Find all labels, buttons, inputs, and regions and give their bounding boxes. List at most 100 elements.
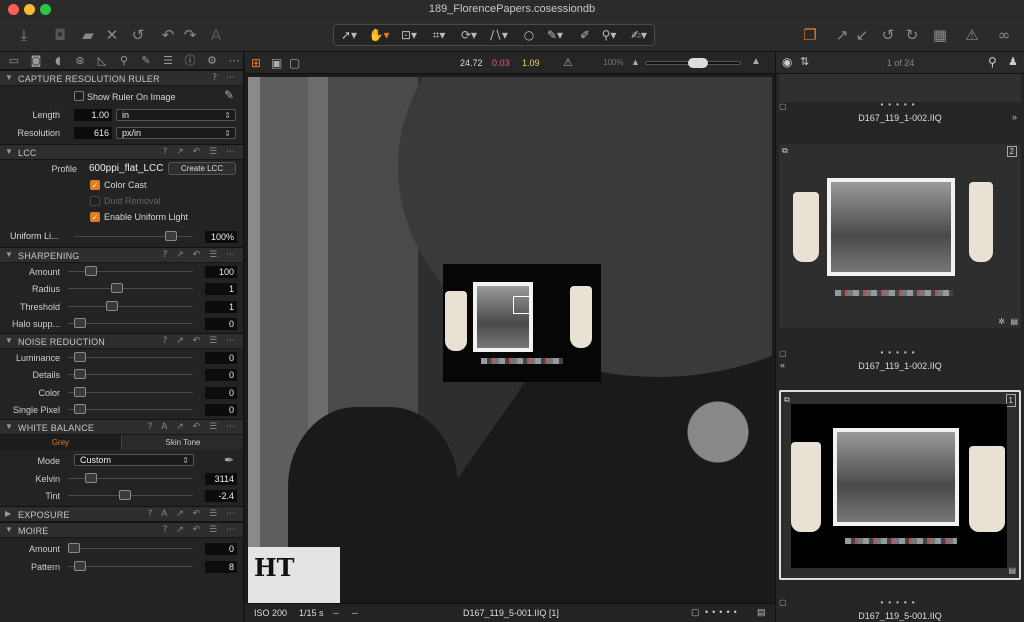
wb-mode-select[interactable]: Custom ⇕ [74, 453, 194, 466]
folder-icon[interactable]: ▰ [78, 25, 98, 45]
rating-dots[interactable]: ••••• [776, 100, 1024, 109]
slider-value[interactable]: 0 [205, 351, 237, 364]
navigator-focus-box[interactable] [513, 296, 531, 314]
zoom-slider-knob[interactable] [688, 58, 708, 68]
zoom-out-icon[interactable]: ▲ [631, 57, 640, 67]
zoom-slider[interactable] [645, 58, 741, 68]
details-tab-icon[interactable]: ⚲ [116, 54, 132, 68]
settings-tab-icon[interactable]: ⚙ [204, 54, 220, 68]
resolution-input[interactable]: 616 [74, 126, 112, 139]
reset-icon[interactable]: ↺ [128, 25, 148, 45]
moire-pattern-knob[interactable] [74, 561, 86, 571]
slider-value[interactable]: 0 [205, 386, 237, 399]
moire-pattern-value[interactable]: 8 [205, 561, 237, 573]
slider-track[interactable] [68, 391, 193, 393]
tint-value[interactable]: -2.4 [205, 490, 237, 502]
slider-track[interactable] [68, 356, 193, 358]
slider-value[interactable]: 0 [205, 369, 237, 381]
grid-icon[interactable]: ▦ [930, 25, 950, 45]
spot-tool-icon[interactable]: ○ [518, 26, 540, 44]
folder-tab-icon[interactable]: ▭ [6, 54, 22, 68]
slider-knob[interactable] [74, 318, 86, 328]
crop-tool-icon[interactable]: ⌗▾ [428, 26, 450, 44]
section-actions-icon[interactable]: ? ↗ ↶ ☰ ⋯ [163, 250, 238, 260]
uniform-light-checkbox[interactable]: ✓ [90, 211, 100, 222]
lcc-section-header[interactable]: ▼ LCC ? ↗ ↶ ☰ ⋯ [0, 143, 243, 160]
section-actions-icon[interactable]: ? A ↗ ↶ ☰ ⋯ [148, 422, 238, 432]
moire-section-header[interactable]: ▼ MOIRE ? ↗ ↶ ☰ ⋯ [0, 522, 243, 538]
delete-icon[interactable]: ✕ [102, 25, 122, 45]
section-actions-icon[interactable]: ? A ↗ ↶ ☰ ⋯ [148, 509, 238, 519]
select-tool-icon[interactable]: ➚▾ [338, 26, 360, 44]
more-tab-icon[interactable]: ⋯ [226, 54, 242, 68]
info-tab-icon[interactable]: ⓘ [182, 54, 198, 68]
slider-knob[interactable] [106, 300, 119, 311]
slider-knob[interactable] [74, 351, 86, 362]
navigator-overlay[interactable] [443, 264, 601, 382]
slider-knob[interactable] [74, 369, 86, 379]
annotate-tool-icon[interactable]: ✍▾ [628, 26, 650, 44]
kelvin-value[interactable]: 3114 [205, 472, 237, 485]
camera-tab-icon[interactable]: ◙ [28, 54, 44, 68]
rating-dots[interactable]: ••••• [776, 598, 1024, 607]
slider-knob[interactable] [111, 283, 124, 293]
slider-track[interactable] [68, 374, 193, 375]
import-icon[interactable]: ⤓ [14, 25, 34, 45]
adjust-icon[interactable]: ✲ [998, 317, 1005, 326]
section-actions-icon[interactable]: ? ↗ ↶ ☰ ⋯ [163, 336, 238, 346]
variants-icon[interactable]: ❐ [800, 25, 820, 45]
glasses-icon[interactable]: ∞ [994, 25, 1014, 45]
lens-tab-icon[interactable]: ◖ [50, 54, 66, 68]
camera-icon[interactable]: ◘ [50, 25, 70, 45]
user-icon[interactable]: ♟ [1008, 55, 1018, 68]
slider-value[interactable]: 1 [205, 300, 237, 313]
search-icon[interactable]: ⚲ [988, 55, 997, 69]
slider-track[interactable] [68, 305, 193, 307]
picker-tool-icon[interactable]: ⚲▾ [598, 26, 620, 44]
slider-track[interactable] [68, 409, 193, 410]
multi-view-icon[interactable]: ⊞ [251, 56, 261, 70]
tint-slider-knob[interactable] [118, 490, 131, 500]
rating-dots[interactable]: ••••• [705, 607, 741, 617]
slider-knob[interactable] [84, 265, 97, 276]
slider-knob[interactable] [74, 404, 86, 414]
zoom-in-icon[interactable]: ▲ [751, 56, 761, 67]
moire-amount-value[interactable]: 0 [205, 543, 237, 555]
color-tab-icon[interactable]: ⊛ [72, 54, 88, 68]
show-ruler-checkbox[interactable] [74, 91, 84, 101]
kelvin-slider-knob[interactable] [84, 472, 97, 483]
rotate-left-icon[interactable]: ↺ [878, 25, 898, 45]
slider-track[interactable] [68, 323, 193, 324]
browser-item-selected[interactable]: ⧉ 1 ▤ [779, 390, 1021, 580]
warning-icon[interactable]: ⚠ [962, 25, 982, 45]
slider-value[interactable]: 100 [205, 265, 237, 278]
section-actions-icon[interactable]: ? ⋯ [212, 73, 238, 83]
slider-knob[interactable] [74, 386, 86, 397]
exposure-warning-icon[interactable]: ⚠ [563, 56, 573, 69]
uniform-slider-knob[interactable] [164, 230, 177, 241]
create-lcc-button[interactable]: Create LCC [168, 161, 236, 175]
dust-removal-checkbox[interactable] [90, 195, 100, 206]
expand-right-icon[interactable]: » [1012, 112, 1017, 122]
exposure-section-header[interactable]: ▶ EXPOSURE ? A ↗ ↶ ☰ ⋯ [0, 506, 243, 522]
import-arrow-icon[interactable]: ↙ [852, 25, 872, 45]
section-actions-icon[interactable]: ? ↗ ↶ ☰ ⋯ [163, 147, 238, 157]
slider-value[interactable]: 1 [205, 283, 237, 295]
tab-grey[interactable]: Grey [0, 434, 122, 450]
meta-icon[interactable]: ▤ [1010, 317, 1018, 326]
rotate-right-icon[interactable]: ↻ [902, 25, 922, 45]
redo-icon[interactable]: ↷ [180, 25, 200, 45]
noise-reduction-section-header[interactable]: ▼ NOISE REDUCTION ? ↗ ↶ ☰ ⋯ [0, 332, 243, 349]
single-view-icon[interactable]: ▣ [271, 56, 282, 70]
length-input[interactable]: 1.00 [74, 109, 112, 121]
rating-dots[interactable]: ••••• [776, 348, 1024, 357]
select-box-icon[interactable]: ▢ [691, 607, 700, 618]
loupe-tool-icon[interactable]: ⊡▾ [398, 26, 420, 44]
section-actions-icon[interactable]: ? ↗ ↶ ☰ ⋯ [163, 525, 238, 535]
proof-view-icon[interactable]: ▢ [289, 56, 300, 70]
white-balance-section-header[interactable]: ▼ WHITE BALANCE ? A ↗ ↶ ☰ ⋯ [0, 418, 243, 435]
image-viewer[interactable]: HT [248, 77, 772, 603]
color-cast-checkbox[interactable]: ✓ [90, 179, 100, 190]
moire-amount-knob[interactable] [68, 543, 80, 553]
keystone-tool-icon[interactable]: ∕∖▾ [488, 26, 510, 44]
